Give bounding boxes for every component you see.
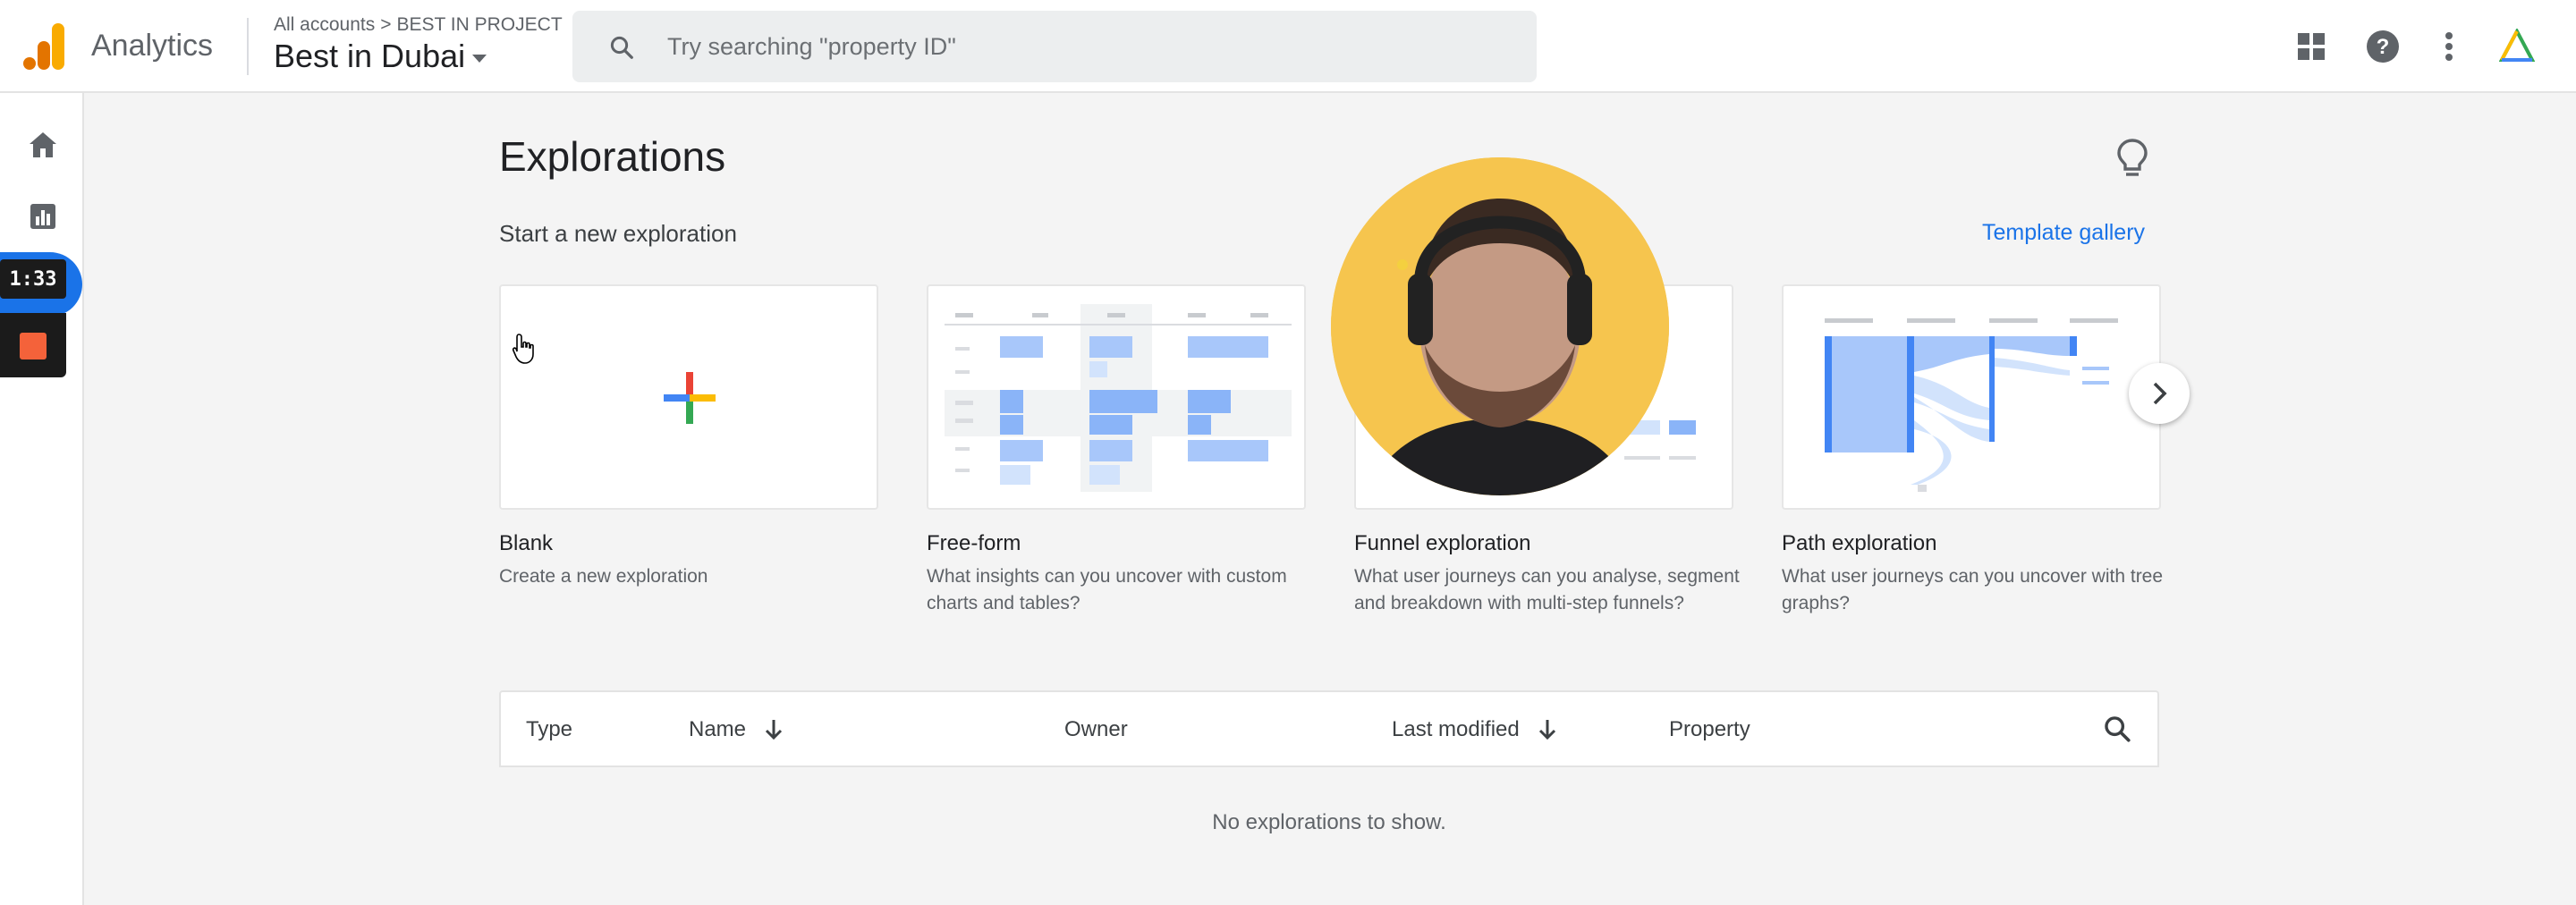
sort-down-arrow-icon[interactable] xyxy=(1538,718,1557,741)
analytics-logo-icon[interactable] xyxy=(23,23,64,70)
svg-text:?: ? xyxy=(2377,35,2390,59)
breadcrumb-separator: > xyxy=(380,14,392,35)
header-divider xyxy=(247,18,249,75)
lightbulb-icon[interactable] xyxy=(2114,138,2150,179)
card-description: What user journeys can you analyse, segm… xyxy=(1354,566,1740,613)
card-description: What insights can you uncover with custo… xyxy=(927,566,1287,613)
search-bar[interactable] xyxy=(572,11,1537,82)
table-search-icon[interactable] xyxy=(2102,714,2132,744)
free-form-preview-illustration xyxy=(945,304,1292,492)
explorations-table-header: Type Name Owner Last modified Property xyxy=(499,690,2159,767)
section-subtitle: Start a new exploration xyxy=(499,220,737,247)
card-description: Create a new exploration xyxy=(499,566,708,587)
column-header-property[interactable]: Property xyxy=(1669,717,1750,742)
card-description: What user journeys can you uncover with … xyxy=(1782,566,2164,613)
stop-icon xyxy=(20,333,47,359)
column-label: Name xyxy=(689,717,747,741)
recording-stop-button[interactable] xyxy=(0,313,66,377)
free-form-card[interactable] xyxy=(927,284,1306,510)
search-input[interactable] xyxy=(667,27,1472,66)
search-icon xyxy=(610,36,633,59)
mouse-pointer-icon xyxy=(512,334,534,364)
column-header-name[interactable]: Name xyxy=(689,717,784,742)
webcam-overlay xyxy=(1331,157,1669,495)
home-icon[interactable] xyxy=(25,127,61,163)
property-name[interactable]: Best in Dubai xyxy=(274,38,465,74)
breadcrumb-root[interactable]: All accounts xyxy=(274,14,375,35)
recording-timer: 1:33 xyxy=(0,259,66,299)
chevron-right-icon xyxy=(2153,382,2167,405)
apps-grid-icon[interactable] xyxy=(2292,27,2331,66)
dropdown-caret-icon[interactable] xyxy=(472,54,487,63)
left-nav-rail xyxy=(0,93,84,905)
page-title: Explorations xyxy=(499,133,726,180)
breadcrumb[interactable]: All accounts > BEST IN PROJECT xyxy=(274,14,563,36)
help-icon[interactable]: ? xyxy=(2363,27,2402,66)
carousel-next-button[interactable] xyxy=(2129,363,2190,424)
sort-down-arrow-icon[interactable] xyxy=(764,718,784,741)
explorations-table-body: No explorations to show. xyxy=(499,767,2159,905)
more-vert-icon[interactable] xyxy=(2429,27,2469,66)
card-title[interactable]: Blank xyxy=(499,531,553,556)
path-exploration-card[interactable] xyxy=(1782,284,2161,510)
card-title[interactable]: Funnel exploration xyxy=(1354,531,1530,556)
column-label: Owner xyxy=(1064,717,1128,741)
top-bar: Analytics All accounts > BEST IN PROJECT B… xyxy=(0,0,2576,93)
reports-icon[interactable] xyxy=(25,199,61,234)
column-label: Type xyxy=(526,717,573,741)
column-header-last-modified[interactable]: Last modified xyxy=(1392,717,1557,742)
property-selector[interactable]: Best in Dubai xyxy=(274,38,487,75)
empty-state-message: No explorations to show. xyxy=(1212,810,1446,834)
column-label: Last modified xyxy=(1392,717,1520,741)
product-logo-icon[interactable] xyxy=(2497,27,2537,66)
column-header-type[interactable]: Type xyxy=(526,717,572,742)
card-title[interactable]: Free-form xyxy=(927,531,1021,556)
column-header-owner[interactable]: Owner xyxy=(1064,717,1128,742)
blank-exploration-card[interactable] xyxy=(499,284,878,510)
path-preview-illustration xyxy=(1825,318,2118,492)
template-gallery-link[interactable]: Template gallery xyxy=(1982,220,2145,246)
column-label: Property xyxy=(1669,717,1750,741)
app-name: Analytics xyxy=(91,29,214,63)
card-title[interactable]: Path exploration xyxy=(1782,531,1936,556)
breadcrumb-account[interactable]: BEST IN PROJECT xyxy=(397,14,563,35)
plus-icon xyxy=(664,372,716,424)
presenter-face-image xyxy=(1331,157,1669,495)
